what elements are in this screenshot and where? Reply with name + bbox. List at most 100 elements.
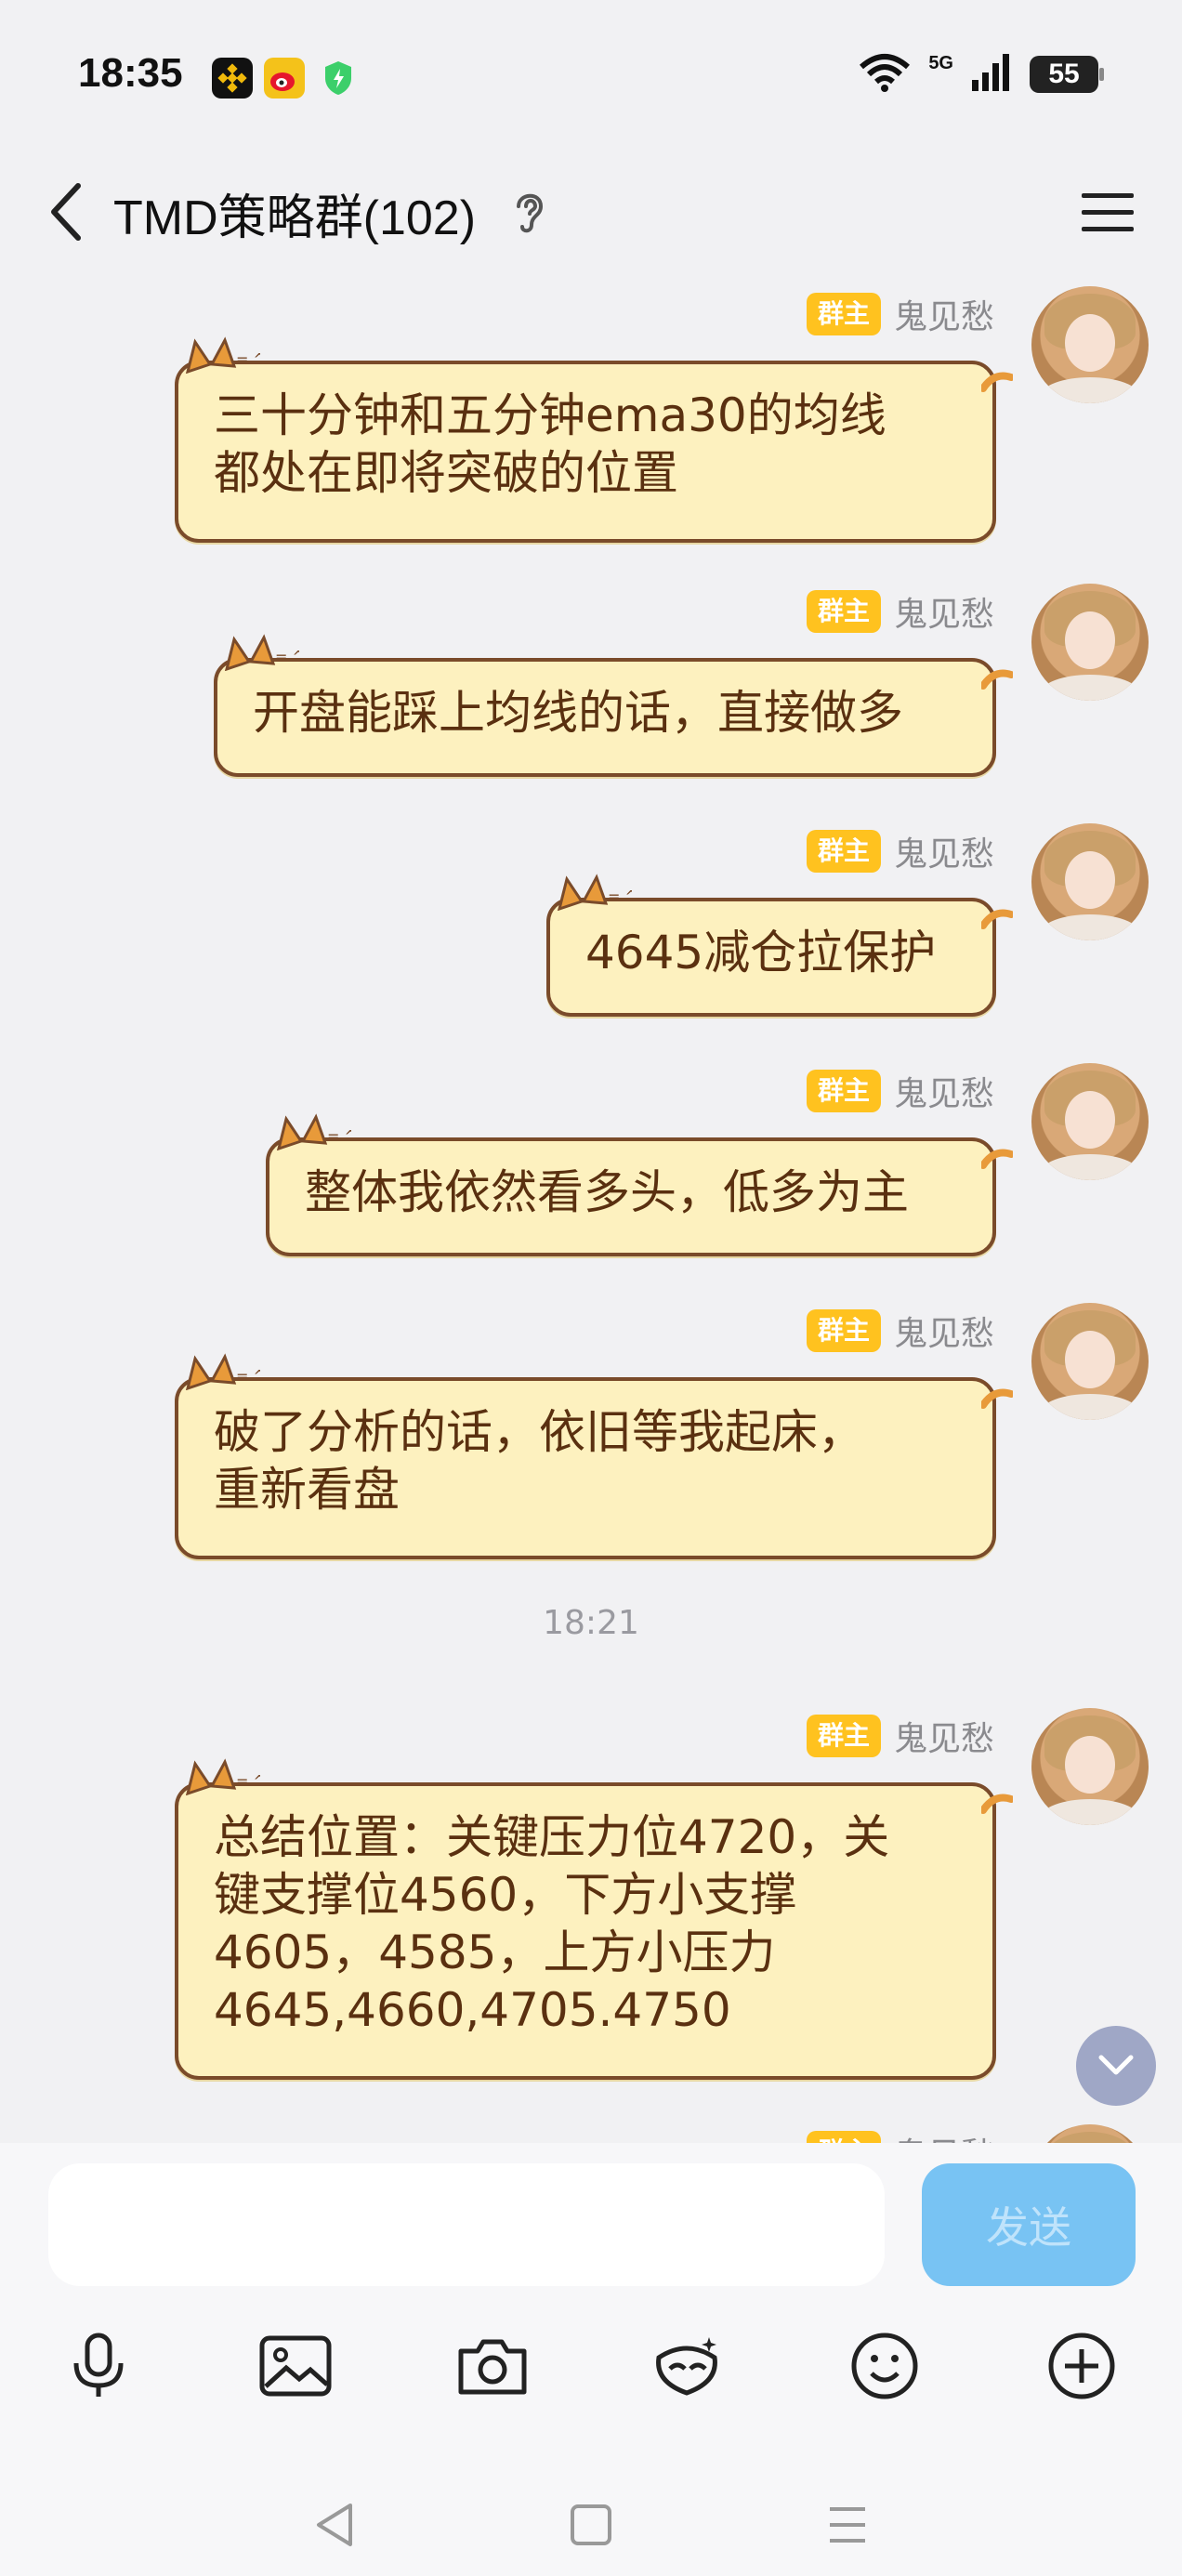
sender-name[interactable]: 鬼见愁 (894, 1712, 994, 1760)
role-badge: 群主 (806, 293, 881, 335)
message-item-partial: 群主 鬼见愁 (0, 2124, 1149, 2143)
sender-name[interactable]: 鬼见愁 (894, 1067, 994, 1115)
sender-avatar[interactable] (1031, 1708, 1149, 1825)
sender-avatar[interactable] (1031, 1303, 1149, 1420)
hamburger-menu-icon (1082, 193, 1134, 231)
role-badge: 群主 (806, 1715, 881, 1757)
cat-tail-decoration-icon (981, 1794, 1013, 1814)
message-text: 整体我依然看多头，低多为主 (305, 1165, 909, 1219)
message-text: 破了分析的话，依旧等我起床， 重新看盘 (214, 1405, 864, 1517)
role-badge: 群主 (806, 830, 881, 873)
sender-avatar[interactable] (1031, 584, 1149, 701)
message-meta: 群主 鬼见愁 (806, 1712, 994, 1760)
sender-name[interactable]: 鬼见愁 (894, 290, 994, 338)
signal-icon (970, 52, 1013, 97)
cat-ears-decoration-icon: = ^ = (557, 874, 632, 911)
message-text: 总结位置：关键压力位4720，关 键支撑位4560，下方小支撑 4605，458… (214, 1810, 890, 2037)
back-triangle-icon[interactable] (297, 2492, 372, 2557)
message-input[interactable] (48, 2163, 885, 2286)
message-bubble[interactable]: = ^ = 总结位置：关键压力位4720，关 键支撑位4560，下方小支撑 46… (175, 1758, 1013, 2080)
chevron-down-icon (1098, 2055, 1134, 2075)
cat-tail-decoration-icon (981, 1388, 1013, 1409)
message-item: 群主 鬼见愁 = ^ = 开盘能踩上均线的话，直接做多 (0, 584, 1149, 777)
svg-text:= ^ =: = ^ = (236, 1367, 260, 1385)
composer: 发送 (0, 2143, 1182, 2576)
message-text: 三十分钟和五分钟ema30的均线 都处在即将突破的位置 (214, 388, 886, 500)
cat-ears-decoration-icon: = ^ = (224, 634, 299, 671)
cat-ears-decoration-icon: = ^ = (185, 1353, 260, 1390)
sender-name[interactable]: 鬼见愁 (894, 1307, 994, 1355)
emoji-icon[interactable] (838, 2320, 931, 2412)
status-indicators: 5G 55 (858, 52, 1104, 97)
sender-avatar[interactable] (1031, 1063, 1149, 1180)
message-text: 开盘能踩上均线的话，直接做多 (253, 686, 903, 740)
message-item: 群主 鬼见愁 = ^ = 三十分钟和五分钟ema30的均线 都处在即将突破的位置 (0, 286, 1149, 546)
sender-avatar[interactable] (1031, 2124, 1149, 2143)
ai-assistant-icon[interactable] (641, 2320, 734, 2412)
message-item: 群主 鬼见愁 = ^ = 4645减仓拉保护 (0, 823, 1149, 1017)
back-button[interactable] (37, 175, 93, 249)
microphone-icon[interactable] (52, 2320, 145, 2412)
message-bubble[interactable]: = ^ = 4645减仓拉保护 (546, 874, 1013, 1017)
system-navigation-bar (0, 2474, 1182, 2576)
message-item: 群主 鬼见愁 = ^ = 总结位置：关键压力位4720，关 键支撑位4560，下… (0, 1708, 1149, 2098)
weibo-app-icon (264, 58, 305, 99)
home-square-icon[interactable] (554, 2492, 628, 2557)
group-menu-button[interactable] (1070, 178, 1145, 245)
message-bubble[interactable]: = ^ = 破了分析的话，依旧等我起床， 重新看盘 (175, 1353, 1013, 1559)
battery-indicator: 55 (1030, 56, 1104, 93)
message-meta: 群主 鬼见愁 (806, 1067, 994, 1115)
group-title[interactable]: TMD策略群(102) (113, 178, 476, 248)
role-badge: 群主 (806, 590, 881, 633)
cat-tail-decoration-icon (981, 669, 1013, 690)
message-list[interactable]: 群主 鬼见愁 = ^ = 三十分钟和五分钟ema30的均线 都处在即将突破的位置… (0, 279, 1182, 2143)
cat-ears-decoration-icon: = ^ = (185, 1758, 260, 1795)
chevron-left-icon (51, 183, 81, 241)
scroll-to-bottom-button[interactable] (1076, 2026, 1156, 2106)
svg-text:= ^ =: = ^ = (236, 1772, 260, 1790)
plus-icon[interactable] (1035, 2320, 1128, 2412)
svg-text:= ^ =: = ^ = (608, 887, 632, 905)
status-time: 18:35 (78, 50, 183, 96)
status-bar: 18:35 5G 55 (0, 0, 1182, 149)
cat-ears-decoration-icon: = ^ = (185, 336, 260, 374)
security-shield-icon (318, 58, 359, 99)
sender-name[interactable]: 鬼见愁 (894, 587, 994, 636)
cat-tail-decoration-icon (981, 1149, 1013, 1169)
cat-tail-decoration-icon (981, 372, 1013, 392)
message-meta: 群主 鬼见愁 (806, 827, 994, 875)
sender-avatar[interactable] (1031, 823, 1149, 940)
svg-text:= ^ =: = ^ = (236, 350, 260, 368)
message-item: 群主 鬼见愁 = ^ = 破了分析的话，依旧等我起床， 重新看盘 (0, 1303, 1149, 1563)
svg-text:= ^ =: = ^ = (327, 1127, 351, 1145)
binance-app-icon (212, 58, 253, 99)
message-timestamp: 18:21 (543, 1604, 639, 1642)
message-meta: 群主 鬼见愁 (806, 290, 994, 338)
image-icon[interactable] (249, 2320, 342, 2412)
message-meta: 群主 鬼见愁 (806, 587, 994, 636)
wifi-icon (858, 52, 912, 97)
message-bubble[interactable]: = ^ = 三十分钟和五分钟ema30的均线 都处在即将突破的位置 (175, 336, 1013, 543)
camera-icon[interactable] (446, 2320, 539, 2412)
sender-name[interactable]: 鬼见愁 (894, 827, 994, 875)
message-meta: 群主 鬼见愁 (806, 2128, 994, 2143)
send-button[interactable]: 发送 (922, 2163, 1136, 2286)
message-bubble[interactable]: = ^ = 整体我依然看多头，低多为主 (266, 1113, 1013, 1256)
menu-lines-icon[interactable] (810, 2492, 885, 2557)
role-badge: 群主 (806, 2131, 881, 2143)
svg-text:= ^ =: = ^ = (275, 648, 299, 665)
cat-ears-decoration-icon: = ^ = (276, 1113, 351, 1150)
message-meta: 群主 鬼见愁 (806, 1307, 994, 1355)
sender-avatar[interactable] (1031, 286, 1149, 403)
network-type: 5G (928, 52, 953, 73)
message-bubble[interactable]: = ^ = 开盘能踩上均线的话，直接做多 (214, 634, 1013, 777)
ear-mode-icon[interactable] (509, 186, 550, 238)
role-badge: 群主 (806, 1309, 881, 1352)
chat-header: TMD策略群(102) (0, 149, 1182, 279)
sender-name[interactable]: 鬼见愁 (894, 2128, 994, 2143)
message-item: 群主 鬼见愁 = ^ = 整体我依然看多头，低多为主 (0, 1063, 1149, 1256)
cat-tail-decoration-icon (981, 909, 1013, 929)
role-badge: 群主 (806, 1070, 881, 1112)
composer-toolbar (0, 2320, 1182, 2431)
message-text: 4645减仓拉保护 (585, 926, 937, 979)
